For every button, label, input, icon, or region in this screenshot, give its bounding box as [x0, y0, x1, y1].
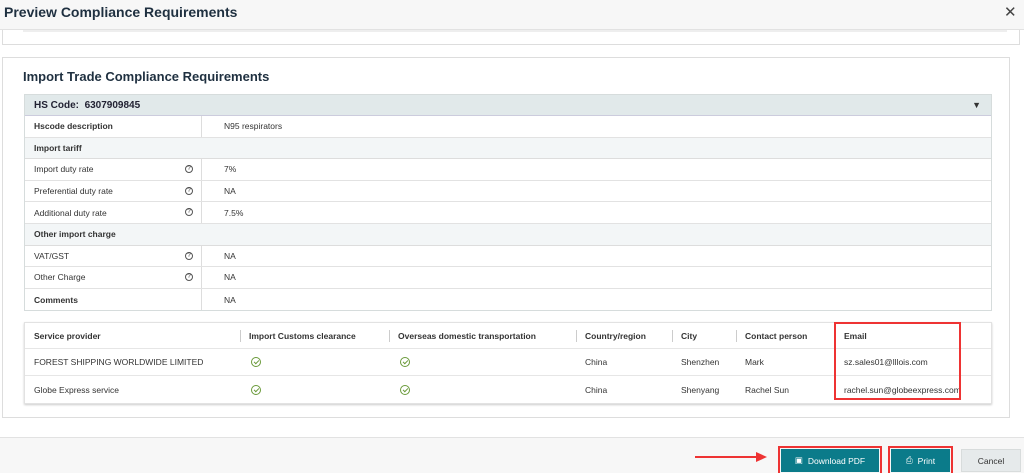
pdf-icon: ▣	[794, 455, 803, 465]
table-row: Hscode description N95 respirators	[25, 116, 991, 138]
help-icon[interactable]: ?	[185, 165, 193, 174]
table-row: Import duty rate? 7%	[25, 159, 991, 181]
table-row: Other Charge? NA	[25, 267, 991, 289]
check-icon	[251, 357, 261, 367]
email-highlight-box	[834, 322, 961, 400]
collapse-icon[interactable]: ▼	[972, 100, 981, 110]
help-icon[interactable]: ?	[185, 208, 193, 217]
cancel-button[interactable]: Cancel	[961, 449, 1021, 472]
check-icon	[400, 384, 410, 395]
previous-card	[2, 30, 1020, 45]
dialog-header: Preview Compliance Requirements ✕	[0, 0, 1024, 30]
printer-icon: ⎙	[905, 455, 913, 465]
table-row: Comments NA	[25, 288, 991, 311]
close-icon[interactable]: ✕	[1004, 3, 1017, 21]
hs-code-header[interactable]: HS Code: 6307909845 ▼	[25, 95, 991, 116]
hs-code-table: HS Code: 6307909845 ▼ Hscode description…	[24, 94, 992, 312]
section-import-tariff: Import tariff	[25, 137, 991, 160]
help-icon[interactable]: ?	[185, 251, 193, 260]
dialog-footer: ▣ Download PDF ⎙ Print Cancel	[0, 437, 1024, 473]
section-other-import-charge: Other import charge	[25, 223, 991, 246]
section-title: Import Trade Compliance Requirements	[23, 69, 270, 84]
check-icon	[251, 384, 261, 395]
hs-code: 6307909845	[84, 99, 141, 111]
table-row: VAT/GST? NA	[25, 245, 991, 268]
arrow-annotation	[695, 452, 767, 462]
dialog-title: Preview Compliance Requirements	[4, 4, 238, 20]
print-button[interactable]: ⎙ Print	[888, 446, 953, 473]
check-icon	[400, 357, 410, 367]
help-icon[interactable]: ?	[185, 186, 193, 195]
help-icon[interactable]: ?	[185, 273, 193, 282]
table-row: Additional duty rate? 7.5%	[25, 202, 991, 224]
table-row: Preferential duty rate? NA	[25, 180, 991, 203]
download-pdf-button[interactable]: ▣ Download PDF	[778, 446, 882, 473]
